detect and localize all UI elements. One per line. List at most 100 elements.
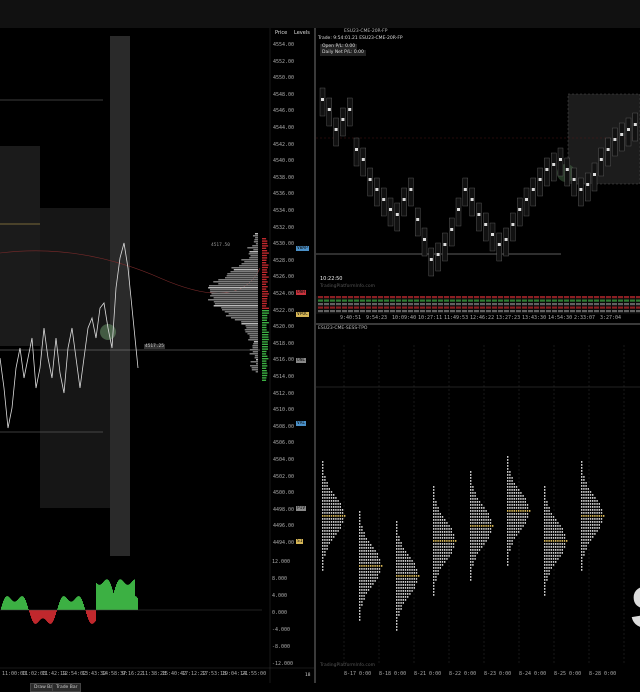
stat-row-cell <box>510 300 515 302</box>
tpo-letter <box>442 561 443 563</box>
stat-row-cell <box>408 296 413 298</box>
tpo-letter <box>583 527 584 529</box>
tpo-letter <box>405 584 406 586</box>
tpo-letter <box>448 552 449 554</box>
tpo-letter <box>337 518 338 520</box>
footprint-cell <box>355 148 358 151</box>
tpo-letter <box>470 567 471 569</box>
tpo-letter <box>368 550 369 552</box>
stat-row-cell <box>540 303 545 305</box>
tpo-letter <box>557 531 558 533</box>
tpo-letter <box>594 515 595 517</box>
stat-row-cell <box>330 296 335 298</box>
osc-bar <box>136 597 137 610</box>
tpo-letter <box>324 506 325 508</box>
tpo-letter <box>544 570 545 572</box>
tpo-letter <box>335 500 336 502</box>
stat-row-cell <box>360 303 365 305</box>
tpo-chart-window[interactable]: ESU23-CME-SESS-TPO TradingPlatformInfo.c… <box>316 325 640 683</box>
tpo-letter <box>551 537 552 539</box>
tpo-letter <box>322 479 323 481</box>
stat-row-cell <box>534 310 539 312</box>
price-tick-label: 4524.00 <box>273 291 294 297</box>
stat-row-cell <box>384 300 389 302</box>
tpo-letter <box>470 561 471 563</box>
trade-bar-button[interactable]: Trade Bar <box>52 683 81 692</box>
stat-row-cell <box>414 300 419 302</box>
footprint-chart[interactable] <box>316 28 640 323</box>
tpo-letter <box>581 527 582 529</box>
osc-bar <box>72 601 73 610</box>
stat-row-cell <box>552 300 557 302</box>
tpo-letter <box>544 561 545 563</box>
footprint-cell <box>423 238 426 241</box>
tpo-letter <box>400 590 401 592</box>
tpo-letter <box>437 522 438 524</box>
tpo-letter <box>379 562 380 564</box>
tpo-letter <box>446 552 447 554</box>
tpo-letter <box>588 506 589 508</box>
axis-tick-marker <box>262 298 267 299</box>
tpo-letter <box>590 524 591 526</box>
tpo-letter <box>470 537 471 539</box>
tpo-letter <box>522 501 523 503</box>
tpo-letter <box>483 507 484 509</box>
stat-row-cell <box>576 310 581 312</box>
tpo-letter <box>366 547 367 549</box>
tpo-letter <box>516 504 517 506</box>
left-chart-window[interactable]: Price Levels 4554.00 4552.00 4550.00 4548.0… <box>0 28 316 683</box>
tpo-letter <box>544 594 545 596</box>
tpo-letter <box>366 541 367 543</box>
rt-time-label: 13:43:30 <box>522 315 546 321</box>
axis-tick-marker <box>262 327 266 328</box>
tpo-letter <box>557 528 558 530</box>
tpo-letter <box>322 542 323 544</box>
rt-time-label: 9:40:51 <box>340 315 361 321</box>
tpo-letter <box>474 522 475 524</box>
osc-tick-label: 4.000 <box>272 593 287 599</box>
tpo-letter <box>368 577 369 579</box>
footprint-candle <box>354 138 359 166</box>
rt-time-label: 3:27:04 <box>600 315 621 321</box>
stat-row-cell <box>468 296 473 298</box>
stat-row-cell <box>426 300 431 302</box>
stat-row-cell <box>546 310 551 312</box>
tpo-letter <box>446 546 447 548</box>
tpo-letter <box>361 550 362 552</box>
tpo-letter <box>472 537 473 539</box>
axis-tick-marker <box>262 363 267 364</box>
right-top-chart-window[interactable]: ESU23-CME-20R-FP Trade: 9:54:01.21 ESU23… <box>316 28 640 325</box>
tpo-letter <box>340 518 341 520</box>
tpo-letter <box>363 556 364 558</box>
osc-bar <box>99 585 100 610</box>
stat-row-cell <box>330 303 335 305</box>
tpo-letter <box>396 584 397 586</box>
tpo-letter <box>444 540 445 542</box>
tpo-letter <box>396 569 397 571</box>
osc-bar <box>13 601 14 610</box>
footprint-cell <box>362 158 365 161</box>
tpo-letter <box>548 528 549 530</box>
footprint-candle <box>347 98 352 126</box>
tpo-letter <box>559 537 560 539</box>
tpo-letter <box>368 568 369 570</box>
stat-row-cell <box>636 307 640 309</box>
tpo-letter <box>405 581 406 583</box>
tpo-letter <box>446 558 447 560</box>
tpo-letter <box>396 545 397 547</box>
tpo-letter <box>546 537 547 539</box>
tp-note: 4517.50 <box>210 243 231 248</box>
tpo-letter <box>370 556 371 558</box>
left-price-chart[interactable] <box>0 28 314 683</box>
tpo-letter <box>331 491 332 493</box>
tpo-profiles[interactable] <box>316 325 640 683</box>
tpo-letter <box>400 542 401 544</box>
tpo-letter <box>433 570 434 572</box>
tpo-letter <box>442 534 443 536</box>
tpo-letter <box>544 591 545 593</box>
stat-row-cell <box>576 300 581 302</box>
tpo-letter <box>518 495 519 497</box>
level-tag: S1 <box>296 539 303 544</box>
tpo-letter <box>588 524 589 526</box>
osc-bar <box>71 602 72 610</box>
